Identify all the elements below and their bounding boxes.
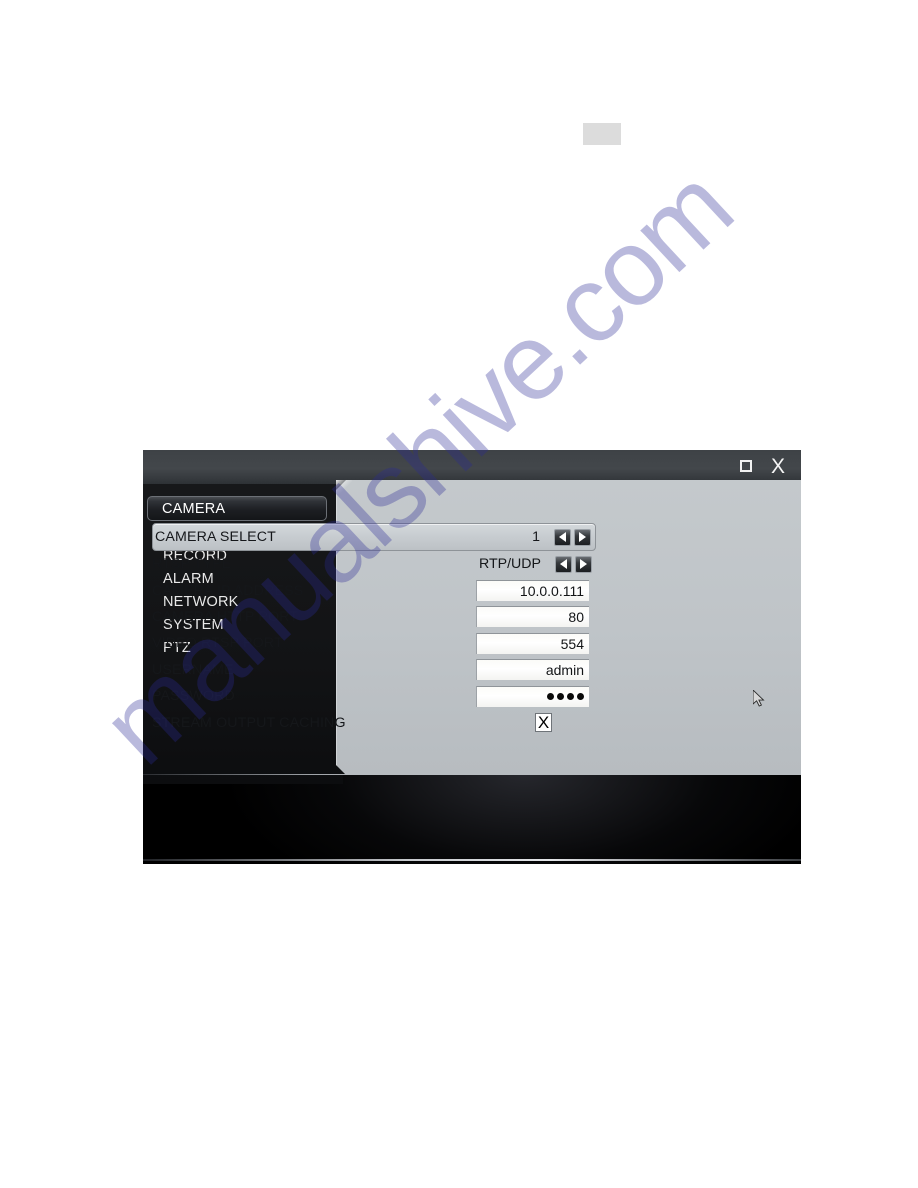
row-camera-ip-address: CAMERA IP ADDRESS 10.0.0.111: [152, 577, 596, 603]
row-username: USERNAME admin: [152, 657, 596, 683]
row-password: PASSWORD: [152, 683, 596, 709]
row-label: RTSP TYPE: [152, 556, 232, 573]
username-input[interactable]: admin: [476, 659, 589, 681]
video-rtsp-port-input[interactable]: 554: [476, 632, 589, 654]
dvr-screen: X CAMERA MONITOR RECORD ALARM NETWORK SY…: [143, 450, 801, 864]
row-video-rtsp-port: VIDEO RTSP PORT 554: [152, 630, 596, 656]
row-camera-http-port: CAMERA HTTP PORT 80: [152, 604, 596, 630]
row-camera-select[interactable]: CAMERA SELECT 1: [152, 523, 596, 551]
settings-rows: CAMERA SELECT 1 RTSP TYPE RTP/UDP CAMERA…: [152, 523, 596, 736]
maximize-button[interactable]: [735, 454, 757, 478]
arrow-left-icon[interactable]: [554, 528, 571, 546]
camera-select-spinner: [554, 528, 591, 546]
rtsp-type-spinner: [555, 555, 592, 573]
row-label: VIDEO RTSP PORT: [152, 635, 283, 652]
row-label: PASSWORD: [152, 688, 235, 705]
camera-http-port-input[interactable]: 80: [476, 606, 589, 628]
row-stream-output-caching: STREAM OUTPUT CACHING X: [152, 709, 596, 735]
arrow-right-icon[interactable]: [574, 528, 591, 546]
window-controls: X: [735, 454, 789, 478]
window-titlebar: [143, 450, 801, 484]
row-value: RTP/UDP: [478, 556, 541, 573]
row-value: 1: [532, 529, 540, 545]
password-mask: [547, 693, 584, 701]
row-label: USERNAME: [152, 661, 234, 678]
row-label: CAMERA HTTP PORT: [152, 608, 299, 625]
screen-bottom-divider: [143, 859, 801, 861]
password-input[interactable]: [476, 685, 589, 707]
sidebar-item-camera[interactable]: CAMERA: [147, 496, 327, 521]
arrow-left-icon[interactable]: [555, 555, 572, 573]
row-rtsp-type[interactable]: RTSP TYPE RTP/UDP: [152, 551, 596, 577]
row-label: CAMERA SELECT: [155, 529, 276, 545]
sidebar-item-label: CAMERA: [162, 500, 226, 517]
maximize-icon: [740, 460, 752, 472]
arrow-right-icon[interactable]: [575, 555, 592, 573]
stream-output-caching-checkbox[interactable]: X: [535, 713, 552, 733]
close-button[interactable]: X: [767, 454, 789, 478]
row-label: CAMERA IP ADDRESS: [152, 582, 304, 599]
top-placeholder-box: [583, 123, 621, 145]
close-icon: X: [770, 454, 785, 478]
camera-ip-address-input[interactable]: 10.0.0.111: [476, 580, 589, 602]
mouse-cursor: [753, 690, 765, 707]
row-label: STREAM OUTPUT CACHING: [152, 714, 346, 731]
